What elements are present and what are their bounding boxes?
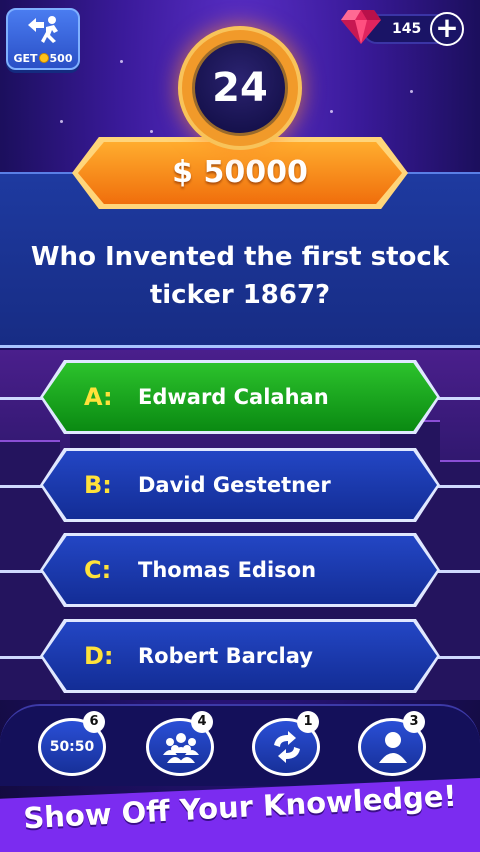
lifeline-count-badge: 3 (403, 711, 425, 733)
lifeline-count-badge: 6 (83, 711, 105, 733)
get-coins-label: GET 500 (13, 52, 73, 65)
answer-letter: D: (84, 642, 114, 670)
sparkle (330, 110, 333, 113)
sparkle (60, 120, 63, 123)
timer-seconds: 24 (192, 40, 288, 136)
answer-text: Edward Calahan (138, 385, 329, 409)
sparkle (120, 60, 123, 63)
lifeline-call-friend[interactable]: 3 (358, 711, 426, 776)
lifeline-fifty-fifty[interactable]: 50:50 6 (38, 711, 106, 776)
refresh-icon (274, 731, 300, 763)
lifeline-count-badge: 1 (297, 711, 319, 733)
person-icon (379, 732, 407, 763)
add-gems-button[interactable]: + (430, 12, 464, 46)
exit-button[interactable]: GET 500 (6, 8, 80, 70)
answer-option-c[interactable]: C: Thomas Edison (40, 533, 440, 607)
question-text: Who Invented the first stock ticker 1867… (30, 242, 450, 310)
lifeline-swap-question[interactable]: 1 (252, 711, 320, 776)
answer-letter: C: (84, 556, 112, 584)
gem-count: 145 (392, 21, 422, 37)
lifeline-count-badge: 4 (191, 711, 213, 733)
answer-option-a[interactable]: A: Edward Calahan (40, 360, 440, 434)
audience-icon (163, 733, 199, 763)
answer-text: Thomas Edison (138, 558, 317, 582)
coin-icon (38, 53, 49, 63)
sparkle (150, 130, 153, 133)
plus-icon: + (435, 11, 459, 44)
gem-icon (341, 10, 381, 44)
answer-letter: B: (84, 471, 112, 499)
exit-run-icon (28, 16, 58, 43)
answer-option-d[interactable]: D: Robert Barclay (40, 619, 440, 693)
lifeline-ask-audience[interactable]: 4 (146, 711, 214, 776)
timer: 24 (178, 26, 302, 150)
answer-letter: A: (84, 383, 113, 411)
sparkle (410, 90, 413, 93)
prize-amount: $ 50000 (172, 155, 308, 190)
answer-option-b[interactable]: B: David Gestetner (40, 448, 440, 522)
answer-text: David Gestetner (138, 473, 331, 497)
answer-text: Robert Barclay (138, 644, 313, 668)
